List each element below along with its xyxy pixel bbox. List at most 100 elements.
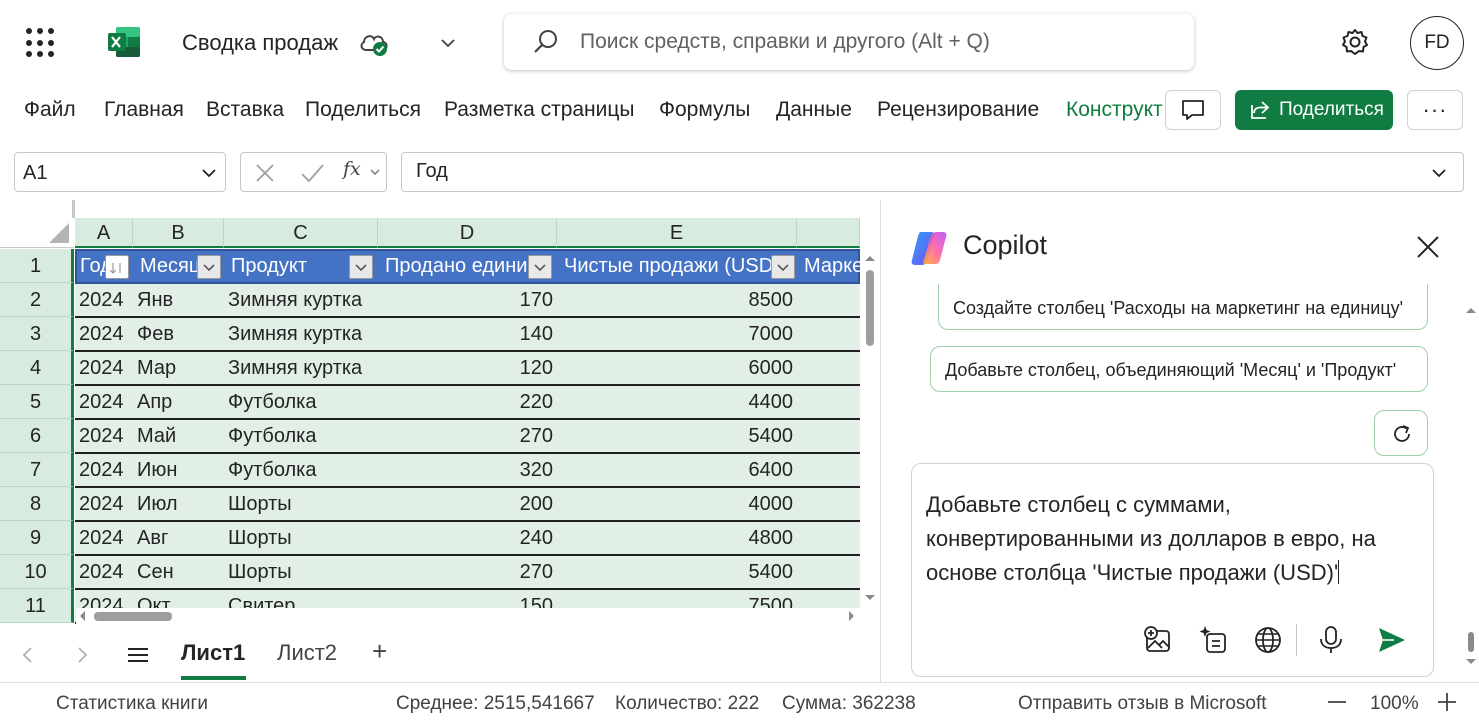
tab-page-layout[interactable]: Разметка страницы	[444, 98, 635, 122]
filter-dropdown-button[interactable]	[349, 255, 373, 279]
column-header-f[interactable]	[797, 218, 860, 248]
filter-dropdown-button[interactable]	[771, 255, 795, 279]
cell-net-sales[interactable]: 7000	[557, 318, 794, 350]
chevron-right-icon[interactable]	[72, 644, 92, 666]
tab-insert[interactable]: Вставка	[206, 98, 284, 122]
cell-units[interactable]: 170	[378, 284, 553, 316]
sheet-tab-2[interactable]: Лист2	[277, 640, 337, 666]
row-header[interactable]: 11	[0, 589, 74, 623]
share-button[interactable]: Поделиться	[1235, 90, 1393, 130]
column-header-b[interactable]: B	[133, 218, 224, 248]
tab-data[interactable]: Данные	[776, 98, 852, 122]
cell-net-sales[interactable]: 6000	[557, 352, 794, 384]
cell-units[interactable]: 120	[378, 352, 553, 384]
table-row[interactable]: 2024 Май Футболка 270 5400	[75, 420, 860, 454]
table-row[interactable]: 2024 Янв Зимняя куртка 170 8500	[75, 284, 860, 318]
table-row[interactable]: 2024 Сен Шорты 270 5400	[75, 556, 860, 590]
row-header[interactable]: 1	[0, 249, 74, 283]
cell-units[interactable]: 200	[378, 488, 553, 520]
table-row[interactable]: 2024 Авг Шорты 240 4800	[75, 522, 860, 556]
suggestion-chip[interactable]: Добавьте столбец, объединяющий 'Месяц' и…	[930, 346, 1428, 392]
tab-review[interactable]: Рецензирование	[877, 98, 1039, 122]
tab-file[interactable]: Файл	[24, 98, 76, 122]
scroll-up-icon[interactable]	[1463, 304, 1479, 316]
cell-month[interactable]: Мар	[137, 352, 176, 384]
scrollbar-thumb[interactable]	[94, 612, 172, 621]
cell-net-sales[interactable]: 6400	[557, 454, 794, 486]
cell-net-sales[interactable]: 8500	[557, 284, 794, 316]
column-header-a[interactable]: A	[75, 218, 133, 248]
add-image-icon[interactable]	[1142, 624, 1174, 656]
cell-product[interactable]: Футболка	[228, 454, 317, 486]
column-header-c[interactable]: C	[224, 218, 378, 248]
tab-home[interactable]: Главная	[104, 98, 184, 122]
cell-month[interactable]: Июл	[137, 488, 178, 520]
more-options-button[interactable]: ···	[1407, 90, 1463, 130]
header-cell-net-sales[interactable]: Чистые продажи (USD)	[561, 251, 771, 282]
insert-function-button[interactable]: fx	[343, 158, 361, 180]
scroll-down-icon[interactable]	[862, 592, 878, 604]
table-row[interactable]: 2024 Апр Футболка 220 4400	[75, 386, 860, 420]
sort-filter-button[interactable]	[105, 255, 129, 279]
row-header[interactable]: 2	[0, 283, 74, 317]
cell-product[interactable]: Шорты	[228, 522, 292, 554]
scrollbar-thumb[interactable]	[1468, 632, 1474, 652]
cell-product[interactable]: Шорты	[228, 556, 292, 588]
close-icon[interactable]	[1415, 234, 1441, 260]
cell-year[interactable]: 2024	[79, 556, 124, 588]
cancel-icon[interactable]	[253, 161, 277, 185]
row-header[interactable]: 3	[0, 317, 74, 351]
cell-year[interactable]: 2024	[79, 318, 124, 350]
cloud-saved-icon[interactable]	[358, 28, 390, 58]
chevron-down-icon[interactable]	[438, 33, 458, 53]
row-header[interactable]: 5	[0, 385, 74, 419]
cell-net-sales[interactable]: 4400	[557, 386, 794, 418]
vertical-scrollbar[interactable]	[862, 252, 878, 612]
zoom-in-icon[interactable]	[1436, 691, 1458, 713]
horizontal-scrollbar[interactable]	[76, 608, 860, 624]
cell-units[interactable]: 320	[378, 454, 553, 486]
cell-units[interactable]: 220	[378, 386, 553, 418]
zoom-out-icon[interactable]	[1326, 694, 1348, 710]
feedback-link[interactable]: Отправить отзыв в Microsoft	[1018, 693, 1267, 715]
tab-formulas[interactable]: Формулы	[659, 98, 750, 122]
app-launcher-icon[interactable]	[26, 28, 56, 58]
cell-units[interactable]: 140	[378, 318, 553, 350]
cell-month[interactable]: Июн	[137, 454, 177, 486]
header-cell-year[interactable]: Год	[77, 251, 107, 282]
column-header-d[interactable]: D	[378, 218, 557, 248]
cell-net-sales[interactable]: 5400	[557, 556, 794, 588]
cell-year[interactable]: 2024	[79, 420, 124, 452]
cell-year[interactable]: 2024	[79, 386, 124, 418]
select-all-corner[interactable]	[0, 218, 74, 248]
filter-dropdown-button[interactable]	[528, 255, 552, 279]
cell-month[interactable]: Апр	[137, 386, 172, 418]
scrollbar-thumb[interactable]	[866, 270, 874, 346]
table-row[interactable]: 2024 Мар Зимняя куртка 120 6000	[75, 352, 860, 386]
cell-month[interactable]: Май	[137, 420, 176, 452]
header-cell-units-sold[interactable]: Продано единиц	[382, 251, 527, 282]
cell-product[interactable]: Зимняя куртка	[228, 318, 362, 350]
scroll-down-icon[interactable]	[1463, 656, 1479, 668]
row-header[interactable]: 10	[0, 555, 74, 589]
cell-units[interactable]: 270	[378, 556, 553, 588]
spreadsheet-grid[interactable]: A B C D E 1 2 3 4 5 6 7 8 9 10 11 Год Ме…	[0, 200, 880, 630]
header-cell-product[interactable]: Продукт	[228, 251, 343, 282]
sheet-tab-1[interactable]: Лист1	[181, 640, 245, 666]
cell-year[interactable]: 2024	[79, 522, 124, 554]
cell-net-sales[interactable]: 4800	[557, 522, 794, 554]
scroll-right-icon[interactable]	[846, 608, 858, 624]
cell-year[interactable]: 2024	[79, 352, 124, 384]
cell-product[interactable]: Зимняя куртка	[228, 284, 362, 316]
cell-month[interactable]: Сен	[137, 556, 174, 588]
enter-check-icon[interactable]	[299, 161, 325, 185]
prompt-guide-icon[interactable]	[1198, 624, 1230, 656]
cell-units[interactable]: 240	[378, 522, 553, 554]
cell-units[interactable]: 270	[378, 420, 553, 452]
header-cell-marketing[interactable]: Маркет	[801, 251, 861, 282]
cell-net-sales[interactable]: 4000	[557, 488, 794, 520]
row-header[interactable]: 8	[0, 487, 74, 521]
formula-input[interactable]: Год	[401, 152, 1464, 192]
cell-product[interactable]: Футболка	[228, 386, 317, 418]
avatar[interactable]: FD	[1410, 16, 1464, 70]
